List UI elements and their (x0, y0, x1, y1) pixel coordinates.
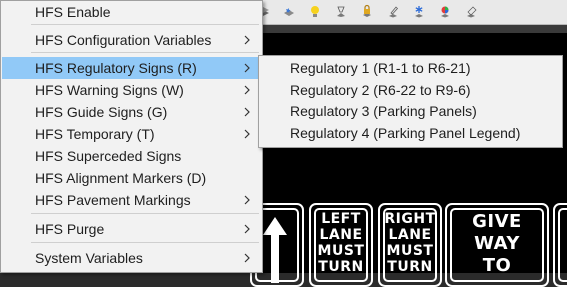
menu-separator (31, 24, 259, 25)
menu-item-label: HFS Enable (35, 4, 111, 20)
menu-item-label: HFS Pavement Markings (35, 192, 191, 208)
menu-item-label: HFS Superceded Signs (35, 148, 182, 164)
cad-toolbar (250, 0, 567, 25)
menu-item-pavement-markings[interactable]: HFS Pavement Markings (2, 189, 261, 211)
left-lane-must-turn-sign: LEFT LANE MUST TURN (309, 203, 373, 287)
hfs-context-menu: HFS Enable HFS Configuration Variables H… (0, 0, 263, 273)
menu-item-superceded-signs[interactable]: HFS Superceded Signs (2, 145, 261, 167)
star-layer-icon[interactable] (276, 0, 302, 24)
menu-item-configuration-variables[interactable]: HFS Configuration Variables (2, 29, 261, 51)
chevron-right-icon (244, 224, 250, 234)
pen-pin-icon[interactable] (380, 0, 406, 24)
submenu-item-regulatory-1[interactable]: Regulatory 1 (R1-1 to R6-21) (290, 60, 471, 76)
lightbulb-icon[interactable] (302, 0, 328, 24)
menu-item-system-variables[interactable]: System Variables (2, 247, 261, 269)
sign-line: LEFT (321, 211, 361, 227)
pushpin-icon[interactable] (328, 0, 354, 24)
menu-item-label: HFS Warning Signs (W) (35, 82, 184, 98)
right-lane-must-turn-sign: RIGHT LANE MUST TURN (378, 203, 442, 287)
menu-item-label: System Variables (35, 250, 143, 266)
menu-item-label: HFS Temporary (T) (35, 126, 155, 142)
partial-sign (553, 203, 567, 287)
menu-item-label: HFS Configuration Variables (35, 32, 212, 48)
toolbar-strip (250, 25, 567, 33)
sign-line: LANE (388, 227, 432, 243)
menu-item-regulatory-signs[interactable]: HFS Regulatory Signs (R) (2, 57, 261, 79)
menu-item-label: HFS Regulatory Signs (R) (35, 60, 197, 76)
menu-item-alignment-markers[interactable]: HFS Alignment Markers (D) (2, 167, 261, 189)
submenu-item-regulatory-2[interactable]: Regulatory 2 (R6-22 to R9-6) (290, 82, 471, 98)
sign-line: LANE (319, 227, 363, 243)
menu-item-guide-signs[interactable]: HFS Guide Signs (G) (2, 101, 261, 123)
menu-item-hfs-enable[interactable]: HFS Enable (2, 1, 261, 23)
menu-item-label: HFS Purge (35, 221, 105, 237)
snowflake-icon[interactable] (406, 0, 432, 24)
sign-line: TO (482, 255, 512, 276)
chevron-right-icon (244, 129, 250, 139)
menu-separator (31, 213, 259, 214)
eraser-pin-icon[interactable] (458, 0, 484, 24)
menu-item-label: HFS Guide Signs (G) (35, 104, 168, 120)
chevron-right-icon (244, 107, 250, 117)
menu-item-warning-signs[interactable]: HFS Warning Signs (W) (2, 79, 261, 101)
submenu-item-regulatory-3[interactable]: Regulatory 3 (Parking Panels) (290, 103, 477, 119)
menu-item-temporary[interactable]: HFS Temporary (T) (2, 123, 261, 145)
sign-line: MUST (386, 243, 434, 259)
chevron-right-icon (244, 63, 250, 73)
menu-separator (31, 242, 259, 243)
sign-line: MUST (317, 243, 365, 259)
menu-separator (31, 52, 259, 53)
chevron-right-icon (244, 35, 250, 45)
chevron-right-icon (244, 85, 250, 95)
give-way-sign: GIVE WAY TO (445, 203, 549, 287)
chevron-right-icon (244, 253, 250, 263)
submenu-item-regulatory-4[interactable]: Regulatory 4 (Parking Panel Legend) (290, 125, 520, 141)
sign-line: RIGHT (384, 211, 436, 227)
lock-icon[interactable] (354, 0, 380, 24)
chevron-right-icon (244, 195, 250, 205)
sign-line: GIVE WAY (472, 211, 522, 254)
menu-item-purge[interactable]: HFS Purge (2, 218, 261, 240)
regulatory-signs-submenu: Regulatory 1 (R1-1 to R6-21) Regulatory … (258, 55, 563, 148)
menu-item-label: HFS Alignment Markers (D) (35, 170, 207, 186)
color-wheel-icon[interactable] (432, 0, 458, 24)
